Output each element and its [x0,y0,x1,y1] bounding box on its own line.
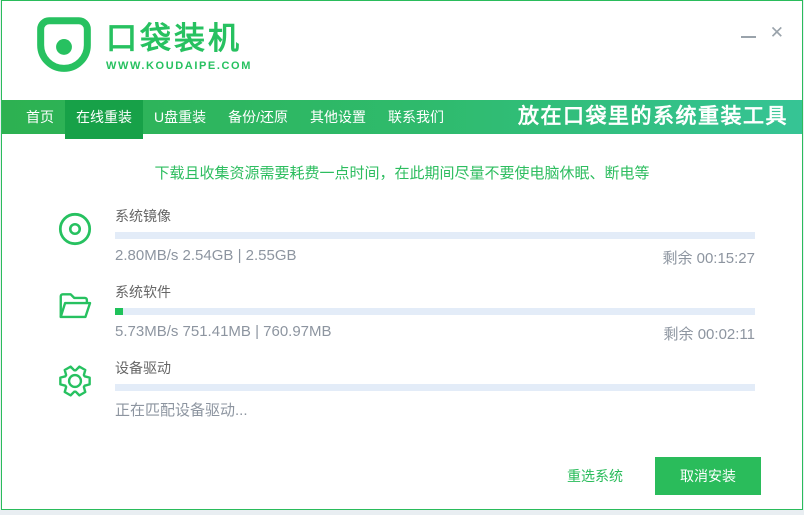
task-body: 系统镜像 2.80MB/s 2.54GB | 2.55GB 剩余 00:15:2… [115,204,755,268]
progress-bar [115,232,755,239]
gear-icon [56,362,94,400]
nav-slogan: 放在口袋里的系统重装工具 [518,100,788,134]
tab-backup-restore[interactable]: 备份/还原 [217,100,299,134]
task-title: 设备驱动 [115,356,755,384]
task-status: 正在匹配设备驱动... [115,399,755,420]
brand: 口袋装机 WWW.KOUDAIPE.COM [36,16,252,76]
disc-icon [56,210,94,248]
tab-contact-us[interactable]: 联系我们 [377,100,455,134]
footer-actions: 重选系统 取消安装 [567,457,761,495]
tab-usb-reinstall[interactable]: U盘重装 [143,100,217,134]
download-task-list: 系统镜像 2.80MB/s 2.54GB | 2.55GB 剩余 00:15:2… [2,204,802,420]
folder-icon [56,286,94,324]
tab-online-reinstall[interactable]: 在线重装 [65,100,143,139]
task-speed-size: 5.73MB/s 751.41MB | 760.97MB [115,323,332,344]
app-window: 口袋装机 WWW.KOUDAIPE.COM ✕ 首页 在线重装 U盘重装 备份/… [1,0,803,510]
title-bar: 口袋装机 WWW.KOUDAIPE.COM ✕ [2,1,802,100]
app-title: 口袋装机 [106,22,252,56]
task-status: 5.73MB/s 751.41MB | 760.97MB 剩余 00:02:11 [115,323,755,344]
minimize-icon[interactable] [741,26,756,40]
nav-bar: 首页 在线重装 U盘重装 备份/还原 其他设置 联系我们 放在口袋里的系统重装工… [2,100,802,134]
cancel-install-button[interactable]: 取消安装 [655,457,761,495]
progress-bar [115,384,755,391]
tab-home[interactable]: 首页 [15,100,65,134]
task-row-system-software: 系统软件 5.73MB/s 751.41MB | 760.97MB 剩余 00:… [56,280,802,344]
task-status-message: 正在匹配设备驱动... [115,399,248,420]
task-row-device-drivers: 设备驱动 正在匹配设备驱动... [56,356,802,420]
task-row-system-image: 系统镜像 2.80MB/s 2.54GB | 2.55GB 剩余 00:15:2… [56,204,802,268]
task-status: 2.80MB/s 2.54GB | 2.55GB 剩余 00:15:27 [115,247,755,268]
task-body: 系统软件 5.73MB/s 751.41MB | 760.97MB 剩余 00:… [115,280,755,344]
progress-fill [115,308,123,315]
task-title: 系统软件 [115,280,755,308]
brand-text: 口袋装机 WWW.KOUDAIPE.COM [106,16,252,72]
shield-logo-icon [36,16,92,76]
reselect-system-button[interactable]: 重选系统 [567,466,623,486]
close-icon[interactable]: ✕ [770,26,784,40]
task-time-remaining: 剩余 00:15:27 [662,247,755,268]
task-time-remaining: 剩余 00:02:11 [664,323,755,344]
task-title: 系统镜像 [115,204,755,232]
progress-bar [115,308,755,315]
brand-website: WWW.KOUDAIPE.COM [106,60,252,72]
window-controls: ✕ [741,26,784,40]
tab-other-settings[interactable]: 其他设置 [299,100,377,134]
task-speed-size: 2.80MB/s 2.54GB | 2.55GB [115,247,297,268]
task-body: 设备驱动 正在匹配设备驱动... [115,356,755,420]
notice-text: 下载且收集资源需要耗费一点时间，在此期间尽量不要使电脑休眠、断电等 [2,162,802,183]
